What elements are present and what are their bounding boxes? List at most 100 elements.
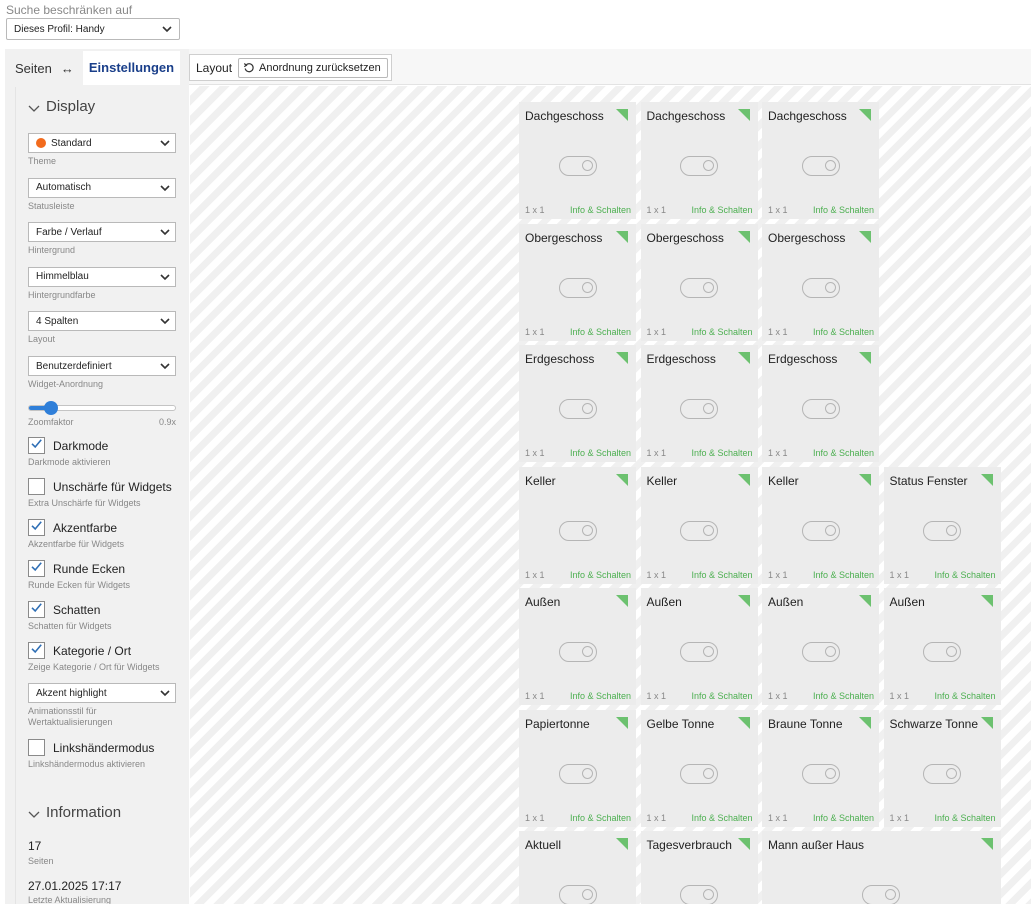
widget-tile[interactable]: Braune Tonne 1 x 1 Info & Schalten	[762, 709, 879, 827]
toggle-switch[interactable]	[801, 277, 840, 298]
widget-tile[interactable]: Außen 1 x 1 Info & Schalten	[883, 588, 1001, 705]
resize-corner-icon[interactable]	[859, 230, 871, 243]
darkmode-box[interactable]	[28, 437, 45, 454]
status-bar-select[interactable]: Automatisch	[28, 177, 176, 198]
toggle-switch[interactable]	[558, 763, 597, 784]
category-location-checkbox[interactable]: Kategorie / Ort Zeige Kategorie / Ort für…	[28, 642, 188, 672]
shadow-box[interactable]	[28, 601, 45, 618]
toggle-switch[interactable]	[558, 642, 597, 662]
toggle-switch[interactable]	[680, 885, 718, 904]
widget-tile[interactable]: Erdgeschoss 1 x 1 Info & Schalten	[762, 345, 879, 462]
layout-columns-select[interactable]: 4 Spalten	[28, 311, 176, 332]
widget-blur-checkbox[interactable]: Unschärfe für Widgets Extra Unschärfe für…	[28, 478, 188, 508]
resize-corner-icon[interactable]	[980, 595, 993, 607]
widget-tile[interactable]: Außen 1 x 1 Info & Schalten	[640, 588, 758, 705]
toggle-switch[interactable]	[558, 885, 597, 904]
resize-corner-icon[interactable]	[980, 716, 993, 729]
tab-settings[interactable]: Einstellungen	[82, 51, 181, 85]
resize-corner-icon[interactable]	[616, 595, 628, 607]
widget-tile[interactable]: Außen 1 x 1 Info & Schalten	[762, 588, 879, 705]
information-section-header[interactable]: Information	[28, 804, 121, 821]
resize-corner-icon[interactable]	[859, 595, 871, 607]
toggle-switch[interactable]	[801, 156, 840, 176]
widget-tile[interactable]: Dachgeschoss 1 x 1 Info & Schalten	[640, 102, 758, 219]
widget-tile[interactable]: Dachgeschoss 1 x 1 Info & Schalten	[519, 102, 636, 219]
widget-tile[interactable]: Dachgeschoss 1 x 1 Info & Schalten	[762, 102, 879, 219]
resize-corner-icon[interactable]	[859, 716, 871, 729]
toggle-switch[interactable]	[680, 642, 718, 662]
resize-corner-icon[interactable]	[616, 352, 628, 364]
widget-tile[interactable]: Aktuell	[519, 831, 636, 904]
widget-tile[interactable]: Gelbe Tonne 1 x 1 Info & Schalten	[640, 709, 758, 827]
resize-corner-icon[interactable]	[616, 838, 628, 850]
round-corners-checkbox[interactable]: Runde Ecken Runde Ecken für Widgets	[28, 560, 188, 590]
lefthand-mode-box[interactable]	[28, 739, 45, 756]
reset-arrangement-button[interactable]: Anordnung zurücksetzen	[238, 57, 388, 78]
widget-tile[interactable]: Mann außer Haus	[762, 831, 1001, 904]
resize-corner-icon[interactable]	[737, 716, 750, 729]
widget-tile[interactable]: Papiertonne 1 x 1 Info & Schalten	[519, 709, 636, 827]
resize-corner-icon[interactable]	[616, 230, 628, 243]
widget-tile[interactable]: Außen 1 x 1 Info & Schalten	[519, 588, 636, 705]
lefthand-mode-checkbox[interactable]: Linkshändermodus Linkshändermodus aktivi…	[28, 739, 188, 769]
round-corners-box[interactable]	[28, 560, 45, 577]
resize-corner-icon[interactable]	[737, 838, 750, 850]
zoom-slider[interactable]: Zoomfaktor 0.9x	[28, 401, 176, 427]
toggle-switch[interactable]	[923, 642, 961, 662]
toggle-switch[interactable]	[801, 642, 840, 662]
resize-corner-icon[interactable]	[859, 352, 871, 364]
resize-corner-icon[interactable]	[737, 473, 750, 486]
widget-tile[interactable]: Obergeschoss 1 x 1 Info & Schalten	[640, 223, 758, 341]
toggle-switch[interactable]	[862, 885, 901, 904]
widget-tile[interactable]: Keller 1 x 1 Info & Schalten	[519, 466, 636, 584]
darkmode-checkbox[interactable]: Darkmode Darkmode aktivieren	[28, 437, 188, 467]
widget-tile[interactable]: Schwarze Tonne 1 x 1 Info & Schalten	[883, 709, 1001, 827]
widget-arrangement-select[interactable]: Benutzerdefiniert	[28, 356, 176, 376]
widget-tile[interactable]: Tagesverbrauch	[640, 831, 758, 904]
toggle-switch[interactable]	[680, 520, 718, 541]
background-select[interactable]: Farbe / Verlauf	[28, 222, 176, 243]
toggle-switch[interactable]	[680, 156, 718, 176]
resize-corner-icon[interactable]	[980, 473, 993, 486]
shadow-checkbox[interactable]: Schatten Schatten für Widgets	[28, 601, 188, 631]
accent-color-box[interactable]	[28, 519, 45, 536]
theme-select[interactable]: Standard	[28, 133, 176, 153]
tab-pages[interactable]: Seiten	[15, 55, 52, 82]
toggle-switch[interactable]	[558, 399, 597, 419]
widget-tile[interactable]: Obergeschoss 1 x 1 Info & Schalten	[762, 223, 879, 341]
background-color-select[interactable]: Himmelblau	[28, 266, 176, 287]
resize-corner-icon[interactable]	[616, 109, 628, 121]
widget-tile[interactable]: Erdgeschoss 1 x 1 Info & Schalten	[640, 345, 758, 462]
category-location-box[interactable]	[28, 642, 45, 659]
zoom-slider-handle[interactable]	[43, 401, 58, 415]
animation-style-select[interactable]: Akzent highlight	[28, 683, 176, 703]
toggle-switch[interactable]	[680, 763, 718, 784]
toggle-switch[interactable]	[801, 399, 840, 419]
toggle-switch[interactable]	[558, 520, 597, 541]
toggle-switch[interactable]	[680, 399, 718, 419]
resize-corner-icon[interactable]	[737, 109, 750, 121]
resize-corner-icon[interactable]	[737, 230, 750, 243]
resize-corner-icon[interactable]	[616, 716, 628, 729]
display-section-header[interactable]: Display	[28, 98, 95, 115]
resize-corner-icon[interactable]	[737, 352, 750, 364]
widget-blur-box[interactable]	[28, 478, 45, 495]
scope-select[interactable]: Dieses Profil: Handy	[6, 18, 180, 40]
toggle-switch[interactable]	[680, 277, 718, 298]
resize-corner-icon[interactable]	[737, 595, 750, 607]
resize-corner-icon[interactable]	[980, 838, 993, 850]
widget-tile[interactable]: Status Fenster 1 x 1 Info & Schalten	[883, 466, 1001, 584]
widget-tile[interactable]: Keller 1 x 1 Info & Schalten	[762, 466, 879, 584]
toggle-switch[interactable]	[801, 763, 840, 784]
resize-corner-icon[interactable]	[616, 473, 628, 486]
widget-tile[interactable]: Obergeschoss 1 x 1 Info & Schalten	[519, 223, 636, 341]
toggle-switch[interactable]	[801, 520, 840, 541]
toggle-switch[interactable]	[558, 277, 597, 298]
resize-corner-icon[interactable]	[859, 473, 871, 486]
widget-tile[interactable]: Keller 1 x 1 Info & Schalten	[640, 466, 758, 584]
resize-corner-icon[interactable]	[859, 109, 871, 121]
zoom-slider-track[interactable]	[28, 401, 176, 415]
toggle-switch[interactable]	[923, 520, 961, 541]
toggle-switch[interactable]	[558, 156, 597, 176]
widget-tile[interactable]: Erdgeschoss 1 x 1 Info & Schalten	[519, 345, 636, 462]
